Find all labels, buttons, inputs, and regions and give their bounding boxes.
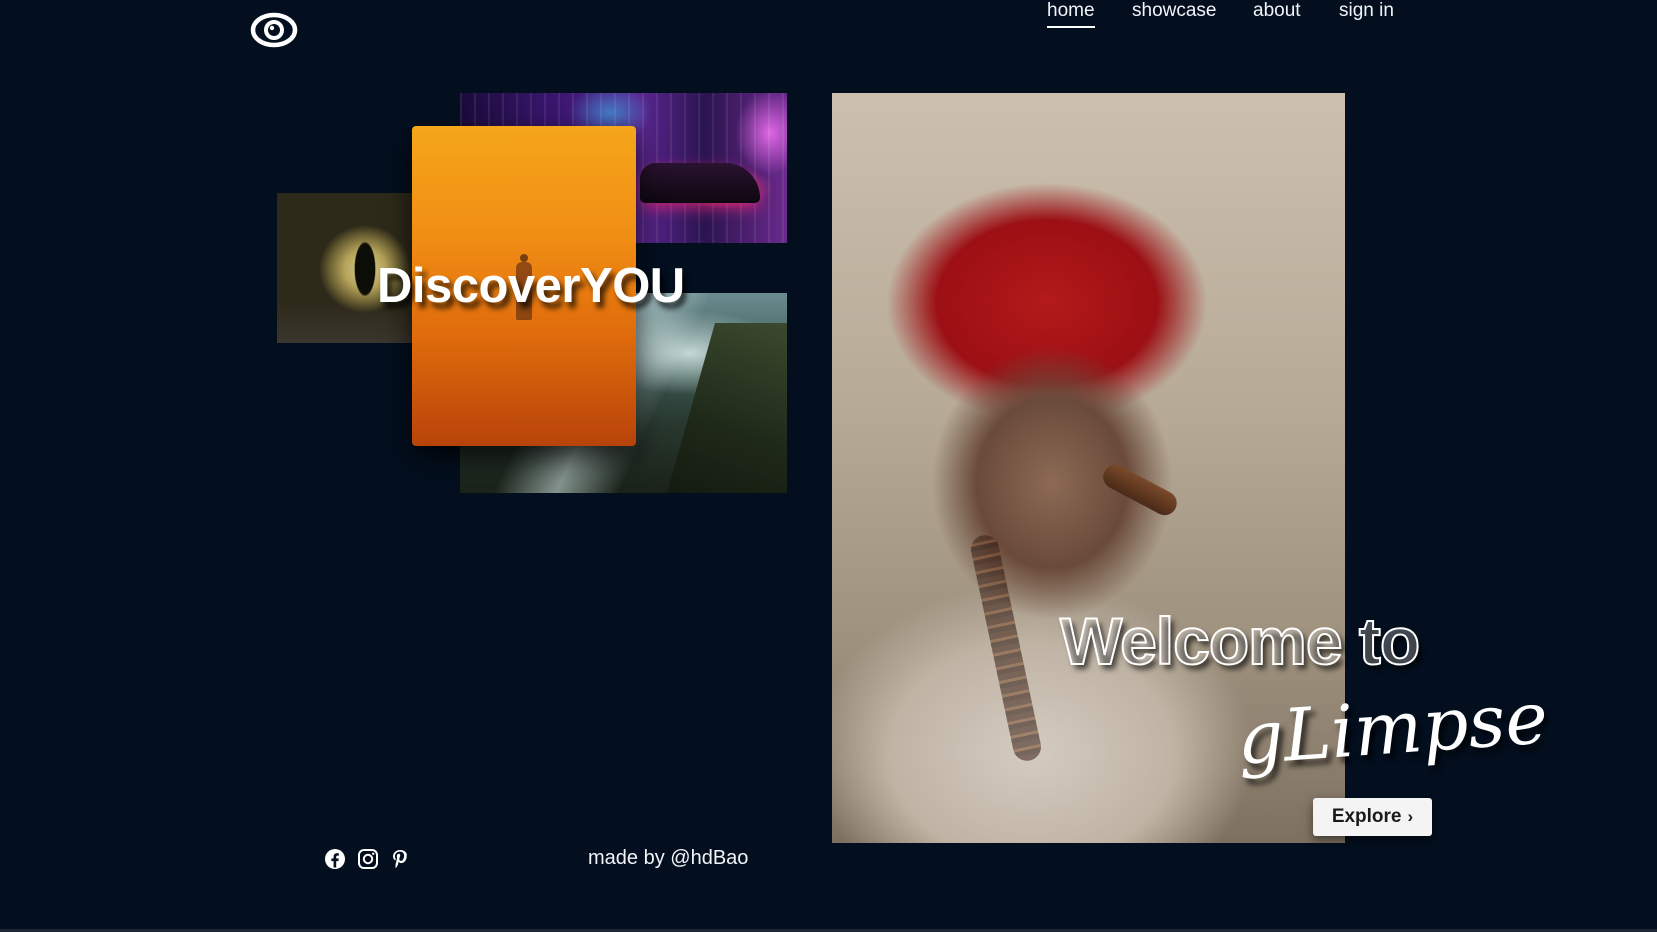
nav-item-showcase[interactable]: showcase xyxy=(1132,0,1217,26)
author-credit: made by @hdBao xyxy=(588,847,749,869)
instagram-icon[interactable] xyxy=(357,848,379,870)
nav-item-about[interactable]: about xyxy=(1253,0,1301,26)
eye-icon[interactable] xyxy=(250,8,298,52)
pinterest-icon[interactable] xyxy=(389,848,411,870)
nav-item-sign-in[interactable]: sign in xyxy=(1339,0,1394,26)
explore-button[interactable]: Explore › xyxy=(1313,798,1432,836)
nav-item-home[interactable]: home xyxy=(1047,0,1095,28)
chevron-right-icon: › xyxy=(1407,807,1414,826)
welcome-heading: Welcome to xyxy=(1059,603,1421,679)
explore-button-label: Explore xyxy=(1331,806,1402,827)
discover-headline: DiscoverYOU xyxy=(377,259,685,313)
facebook-icon[interactable] xyxy=(324,848,346,870)
landing-page: home showcase about sign in DiscoverYOU … xyxy=(0,0,1657,932)
